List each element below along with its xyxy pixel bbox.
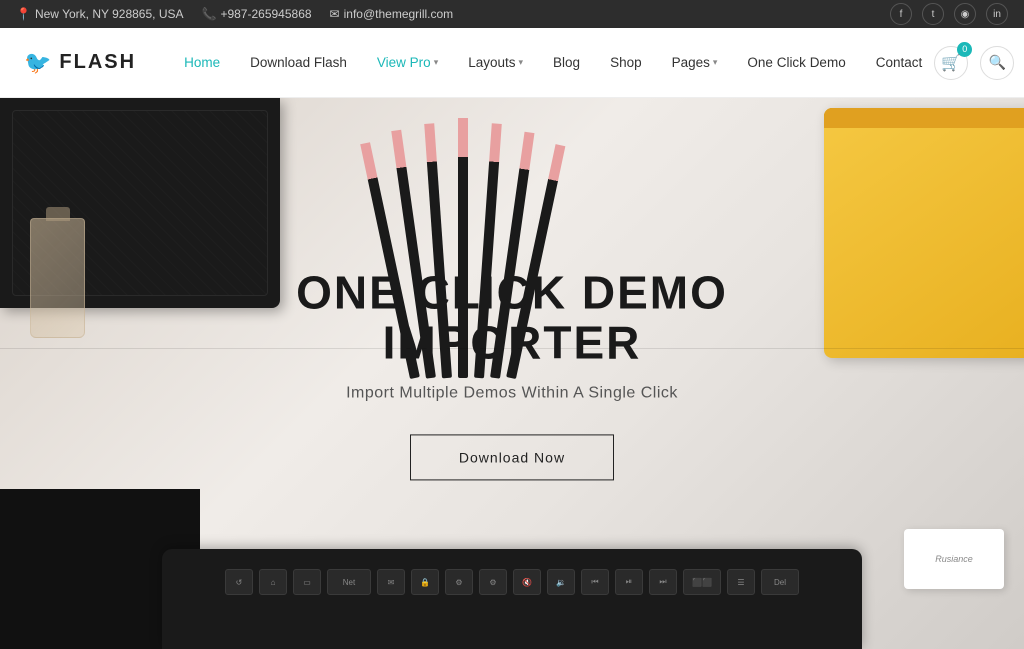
facebook-icon[interactable]: f — [890, 3, 912, 25]
key-back: ↺ — [225, 569, 253, 595]
cake-decoration — [824, 108, 1024, 358]
key-settings: ⚙ — [445, 569, 473, 595]
top-bar-contact: 📍 New York, NY 928865, USA 📞 +987-265945… — [16, 7, 453, 21]
top-bar-social: f t ◉ in — [890, 3, 1008, 25]
linkedin-icon[interactable]: in — [986, 3, 1008, 25]
key-prev: ⏮ — [581, 569, 609, 595]
nav-item-download-flash[interactable]: Download Flash — [238, 49, 359, 76]
nav-item-contact[interactable]: Contact — [864, 49, 935, 76]
key-home: ⌂ — [259, 569, 287, 595]
location-icon: 📍 — [16, 7, 31, 21]
cart-button[interactable]: 🛒 0 — [934, 46, 968, 80]
key-next: ⏭ — [649, 569, 677, 595]
nav-item-shop[interactable]: Shop — [598, 49, 654, 76]
nav-layouts-arrow-icon: ▾ — [519, 57, 524, 68]
nav-pages-arrow-icon: ▾ — [713, 57, 718, 68]
search-button[interactable]: 🔍 — [980, 46, 1014, 80]
cart-badge: 0 — [957, 42, 972, 57]
key-lock: 🔒 — [411, 569, 439, 595]
nav-layouts-label: Layouts — [468, 55, 515, 70]
key-internet: Net — [327, 569, 371, 595]
hero-title: ONE CLICK DEMO IMPORTER — [256, 267, 768, 368]
hero-subtitle: Import Multiple Demos Within A Single Cl… — [256, 384, 768, 402]
nav-item-blog[interactable]: Blog — [541, 49, 592, 76]
keyboard-keys: ↺ ⌂ ▭ Net ✉ 🔒 ⚙ ⚙ 🔇 🔉 ⏮ ⏯ ⏭ ⬛⬛ ☰ Del — [192, 569, 832, 595]
nav-home-label: Home — [184, 55, 220, 70]
nav-right-actions: 🛒 0 🔍 — [934, 46, 1014, 80]
instagram-icon[interactable]: ◉ — [954, 3, 976, 25]
nav-item-layouts[interactable]: Layouts ▾ — [456, 49, 535, 76]
card-text: Rusiance — [935, 554, 973, 564]
logo-bird-icon: 🐦 — [24, 50, 51, 76]
twitter-icon[interactable]: t — [922, 3, 944, 25]
nav-item-home[interactable]: Home — [172, 49, 232, 76]
location-info: 📍 New York, NY 928865, USA — [16, 7, 184, 21]
nav-shop-label: Shop — [610, 55, 642, 70]
nav-view-pro-arrow-icon: ▾ — [434, 57, 439, 68]
phone-text: +987-265945868 — [220, 7, 311, 21]
hero-section: ↺ ⌂ ▭ Net ✉ 🔒 ⚙ ⚙ 🔇 🔉 ⏮ ⏯ ⏭ ⬛⬛ ☰ Del Rus… — [0, 98, 1024, 649]
email-text: info@themegrill.com — [344, 7, 454, 21]
nav-one-click-demo-label: One Click Demo — [747, 55, 845, 70]
key-del: Del — [761, 569, 799, 595]
top-bar: 📍 New York, NY 928865, USA 📞 +987-265945… — [0, 0, 1024, 28]
phone-icon: 📞 — [202, 7, 217, 21]
logo[interactable]: 🐦 FLASH — [24, 50, 136, 76]
key-mail: ✉ — [377, 569, 405, 595]
key-play: ⏯ — [615, 569, 643, 595]
nav-item-one-click-demo[interactable]: One Click Demo — [735, 49, 857, 76]
nav-view-pro-label: View Pro — [377, 55, 431, 70]
nav-item-view-pro[interactable]: View Pro ▾ — [365, 49, 450, 76]
key-mute: 🔇 — [513, 569, 541, 595]
key-settings2: ⚙ — [479, 569, 507, 595]
search-icon: 🔍 — [989, 54, 1006, 71]
nav-links: Home Download Flash View Pro ▾ Layouts ▾… — [172, 49, 934, 76]
nav-item-pages[interactable]: Pages ▾ — [660, 49, 730, 76]
key-apps: ⬛⬛ — [683, 569, 721, 595]
logo-text: FLASH — [59, 51, 136, 74]
keyboard-decoration: ↺ ⌂ ▭ Net ✉ 🔒 ⚙ ⚙ 🔇 🔉 ⏮ ⏯ ⏭ ⬛⬛ ☰ Del — [162, 549, 862, 649]
download-now-button[interactable]: Download Now — [410, 434, 614, 480]
hero-content: ONE CLICK DEMO IMPORTER Import Multiple … — [256, 267, 768, 480]
navbar: 🐦 FLASH Home Download Flash View Pro ▾ L… — [0, 28, 1024, 98]
key-window: ▭ — [293, 569, 321, 595]
email-info: ✉ info@themegrill.com — [330, 7, 454, 21]
key-vol-down: 🔉 — [547, 569, 575, 595]
nav-download-flash-label: Download Flash — [250, 55, 347, 70]
location-text: New York, NY 928865, USA — [35, 7, 184, 21]
nav-blog-label: Blog — [553, 55, 580, 70]
business-card-decoration: Rusiance — [904, 529, 1004, 589]
phone-info: 📞 +987-265945868 — [202, 7, 312, 21]
bottle-decoration — [30, 218, 85, 338]
nav-contact-label: Contact — [876, 55, 923, 70]
key-menu: ☰ — [727, 569, 755, 595]
email-icon: ✉ — [330, 7, 340, 21]
nav-pages-label: Pages — [672, 55, 710, 70]
